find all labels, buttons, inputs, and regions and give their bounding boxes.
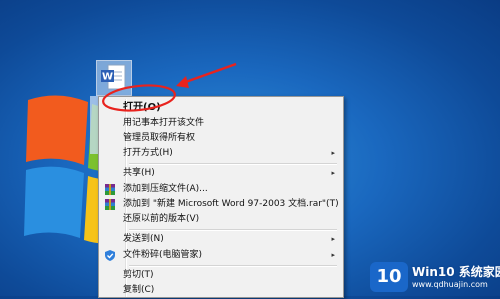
word-document-icon[interactable]: W [96, 60, 132, 96]
menu-item-open[interactable]: 打开(O) [101, 99, 341, 116]
svg-text:W: W [102, 72, 113, 83]
win10-logo: 10 [370, 262, 408, 292]
menu-item-restore-previous[interactable]: 还原以前的版本(V) [101, 211, 341, 228]
submenu-arrow-icon: ▸ [331, 235, 335, 243]
shield-icon [105, 250, 115, 261]
context-menu: 打开(O) 用记事本打开该文件 管理员取得所有权 打开方式(H) ▸ 共享(H)… [98, 96, 344, 298]
menu-item-share[interactable]: 共享(H) ▸ [101, 165, 341, 182]
winrar-icon [105, 184, 115, 195]
watermark-url: www.qdhuajin.com [412, 280, 488, 289]
watermark-title: Win10 系统家园 [412, 265, 500, 279]
menu-item-open-with[interactable]: 打开方式(H) ▸ [101, 145, 341, 162]
winrar-icon [105, 199, 115, 210]
menu-item-copy[interactable]: 复制(C) [101, 282, 341, 299]
menu-item-file-shredder[interactable]: 文件粉碎(电脑管家) ▸ [101, 247, 341, 264]
submenu-arrow-icon: ▸ [331, 169, 335, 177]
menu-item-send-to[interactable]: 发送到(N) ▸ [101, 231, 341, 248]
submenu-arrow-icon: ▸ [331, 251, 335, 259]
submenu-arrow-icon: ▸ [331, 149, 335, 157]
site-watermark: 10 Win10 系统家园 www.qdhuajin.com [370, 262, 500, 294]
